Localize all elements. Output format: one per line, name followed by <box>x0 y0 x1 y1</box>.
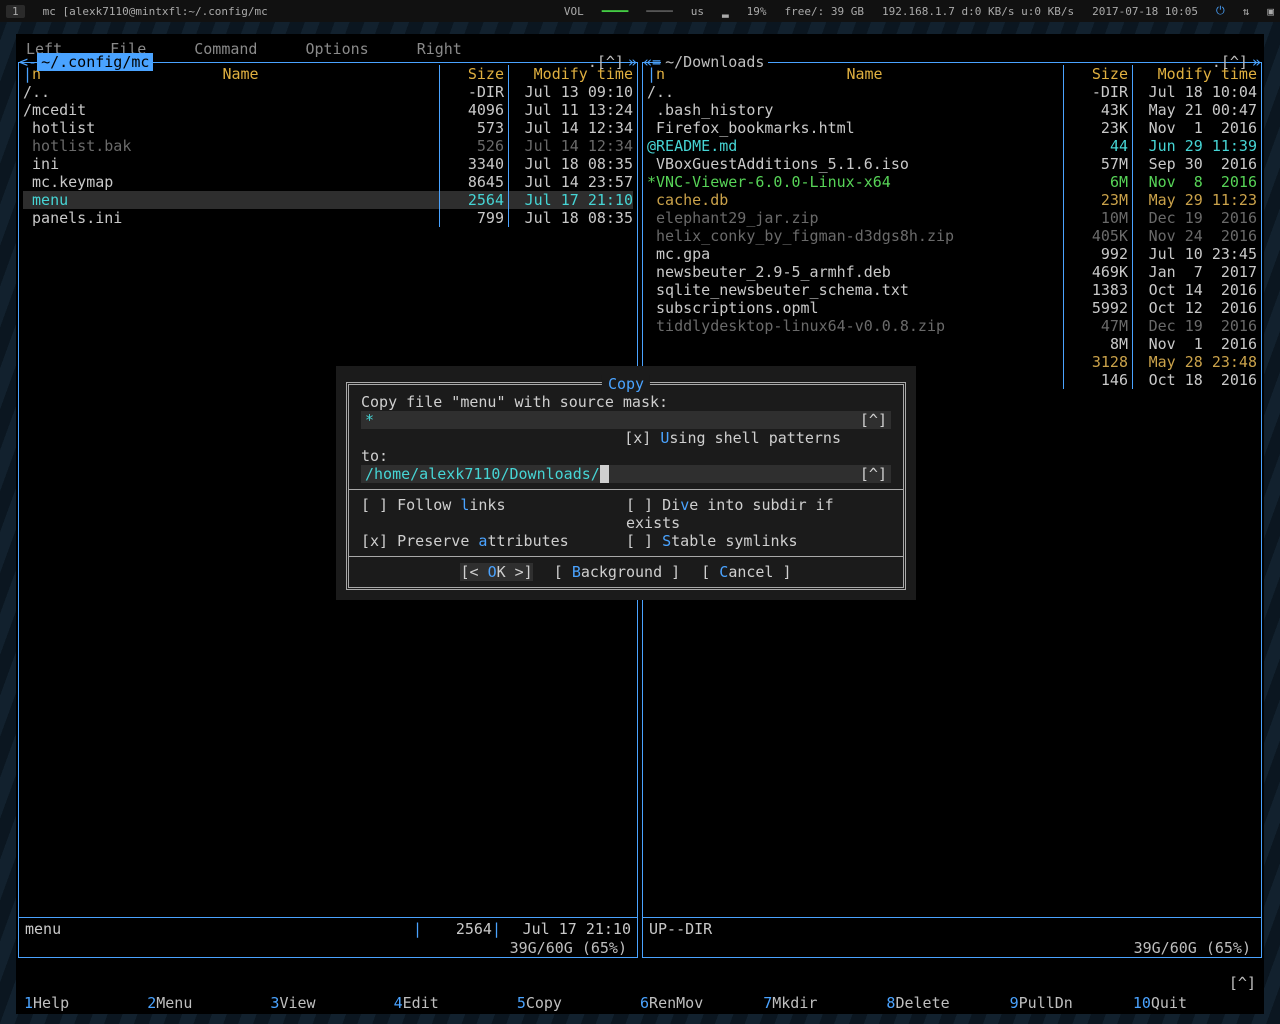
stable-symlinks-checkbox[interactable]: [ ] <box>626 532 653 550</box>
file-row[interactable]: VBoxGuestAdditions_5.1.6.iso57MSep 30 20… <box>647 155 1257 173</box>
fn-mkdir[interactable]: 7Mkdir <box>763 994 886 1012</box>
destination-input[interactable]: /home/alexk7110/Downloads/ [^] <box>361 465 891 483</box>
window-title: mc [alexk7110@mintxfl:~/.config/mc <box>43 5 268 18</box>
panel-border-decor: <- <box>19 53 37 71</box>
dialog-title: Copy <box>602 375 650 393</box>
file-row[interactable]: panels.ini799Jul 18 08:35 <box>23 209 633 227</box>
history-icon[interactable]: [^] <box>860 465 887 483</box>
tray-icon[interactable]: ▣ <box>1267 5 1274 18</box>
file-row[interactable]: @README.md44Jun 29 11:39 <box>647 137 1257 155</box>
file-row[interactable]: 8MNov 1 2016 <box>647 335 1257 353</box>
right-panel-footer: UP--DIR <box>643 917 1261 940</box>
follow-links-checkbox[interactable]: [ ] <box>361 496 388 514</box>
file-row[interactable]: mc.gpa992Jul 10 23:45 <box>647 245 1257 263</box>
disk-free: free/: 39 GB <box>785 5 864 18</box>
file-row[interactable]: elephant29_jar.zip10MDec 19 2016 <box>647 209 1257 227</box>
command-history-icon[interactable]: [^] <box>1229 974 1256 992</box>
keyboard-layout[interactable]: us <box>691 5 704 18</box>
file-row[interactable]: /..-DIRJul 13 09:10 <box>23 83 633 101</box>
clock: 2017-07-18 10:05 <box>1092 5 1198 18</box>
left-panel-path[interactable]: ~/.config/mc <box>37 53 153 71</box>
ok-button[interactable]: [< OK >] <box>460 563 532 581</box>
file-row[interactable]: cache.db23MMay 29 11:23 <box>647 191 1257 209</box>
fn-copy[interactable]: 5Copy <box>517 994 640 1012</box>
footer-filename: menu <box>25 920 413 938</box>
cancel-button[interactable]: [ Cancel ] <box>701 563 791 581</box>
fn-delete[interactable]: 8Delete <box>886 994 1009 1012</box>
right-panel-path[interactable]: ~/Downloads <box>661 53 768 71</box>
file-row[interactable]: /..-DIRJul 18 10:04 <box>647 83 1257 101</box>
dive-subdir-checkbox[interactable]: [ ] <box>626 496 653 514</box>
file-row[interactable]: /mcedit4096Jul 11 13:24 <box>23 101 633 119</box>
file-row[interactable]: sqlite_newsbeuter_schema.txt1383Oct 14 2… <box>647 281 1257 299</box>
volume-label: VOL <box>564 5 584 18</box>
file-row[interactable]: menu2564Jul 17 21:10 <box>23 191 633 209</box>
file-row[interactable]: *VNC-Viewer-6.0.0-Linux-x646MNov 8 2016 <box>647 173 1257 191</box>
left-panel-diskusage: 39G/60G (65%) <box>19 939 637 957</box>
fn-renmov[interactable]: 6RenMov <box>640 994 763 1012</box>
footer-size: 2564 <box>422 920 492 938</box>
background-button[interactable]: [ Background ] <box>554 563 680 581</box>
tray-icon[interactable]: ⇅ <box>1243 5 1250 18</box>
fn-quit[interactable]: 10Quit <box>1133 994 1256 1012</box>
panel-border-decor: » <box>1252 53 1261 71</box>
to-label: to: <box>361 447 891 465</box>
terminal-window: Left File Command Options Right <- ~/.co… <box>16 34 1264 1014</box>
right-panel-diskusage: 39G/60G (65%) <box>643 939 1261 957</box>
source-mask-input[interactable]: *[^] <box>361 411 891 429</box>
workspace-indicator[interactable]: 1 <box>6 5 25 18</box>
system-status-bar: 1 mc [alexk7110@mintxfl:~/.config/mc VOL… <box>0 0 1280 22</box>
file-row[interactable]: tiddlydesktop-linux64-v0.0.8.zip47MDec 1… <box>647 317 1257 335</box>
footer-filename: UP--DIR <box>649 920 1255 938</box>
shell-patterns-checkbox[interactable]: [x] <box>624 429 651 447</box>
dialog-prompt: Copy file "menu" with source mask: <box>361 393 891 411</box>
fn-menu[interactable]: 2Menu <box>147 994 270 1012</box>
fn-edit[interactable]: 4Edit <box>394 994 517 1012</box>
fn-pulldn[interactable]: 9PullDn <box>1010 994 1133 1012</box>
file-row[interactable]: ini3340Jul 18 08:35 <box>23 155 633 173</box>
file-row[interactable]: hotlist573Jul 14 12:34 <box>23 119 633 137</box>
file-row[interactable]: mc.keymap8645Jul 14 23:57 <box>23 173 633 191</box>
left-panel-footer: menu | 2564 | Jul 17 21:10 <box>19 917 637 940</box>
file-row[interactable]: newsbeuter_2.9-5_armhf.deb469KJan 7 2017 <box>647 263 1257 281</box>
battery-icon: ▂ <box>722 5 729 18</box>
file-row[interactable]: Firefox_bookmarks.html23KNov 1 2016 <box>647 119 1257 137</box>
power-icon[interactable]: ⏻ <box>1216 4 1225 18</box>
network-status: 192.168.1.7 d:0 KB/s u:0 KB/s <box>882 5 1074 18</box>
panel-sort-hint[interactable]: .[^] <box>1212 53 1248 71</box>
fn-view[interactable]: 3View <box>270 994 393 1012</box>
file-row[interactable]: .bash_history43KMay 21 00:47 <box>647 101 1257 119</box>
function-key-bar[interactable]: 1Help2Menu3View4Edit5Copy6RenMov7Mkdir8D… <box>16 992 1264 1014</box>
file-row[interactable]: hotlist.bak526Jul 14 12:34 <box>23 137 633 155</box>
file-row[interactable]: subscriptions.opml5992Oct 12 2016 <box>647 299 1257 317</box>
file-row[interactable]: helix_conky_by_figman-d3dgs8h.zip405KNov… <box>647 227 1257 245</box>
battery-percent: 19% <box>747 5 767 18</box>
panel-border-decor: «= <box>643 53 661 71</box>
fn-help[interactable]: 1Help <box>24 994 147 1012</box>
panel-border-decor: » <box>628 53 637 71</box>
volume-bar[interactable]: ━━━━ <box>602 5 629 18</box>
preserve-attrs-checkbox[interactable]: [x] <box>361 532 388 550</box>
panel-sort-hint[interactable]: .[^] <box>588 53 624 71</box>
copy-dialog[interactable]: Copy Copy file "menu" with source mask: … <box>336 366 916 600</box>
history-icon[interactable]: [^] <box>860 411 887 429</box>
footer-mtime: Jul 17 21:10 <box>501 920 631 938</box>
